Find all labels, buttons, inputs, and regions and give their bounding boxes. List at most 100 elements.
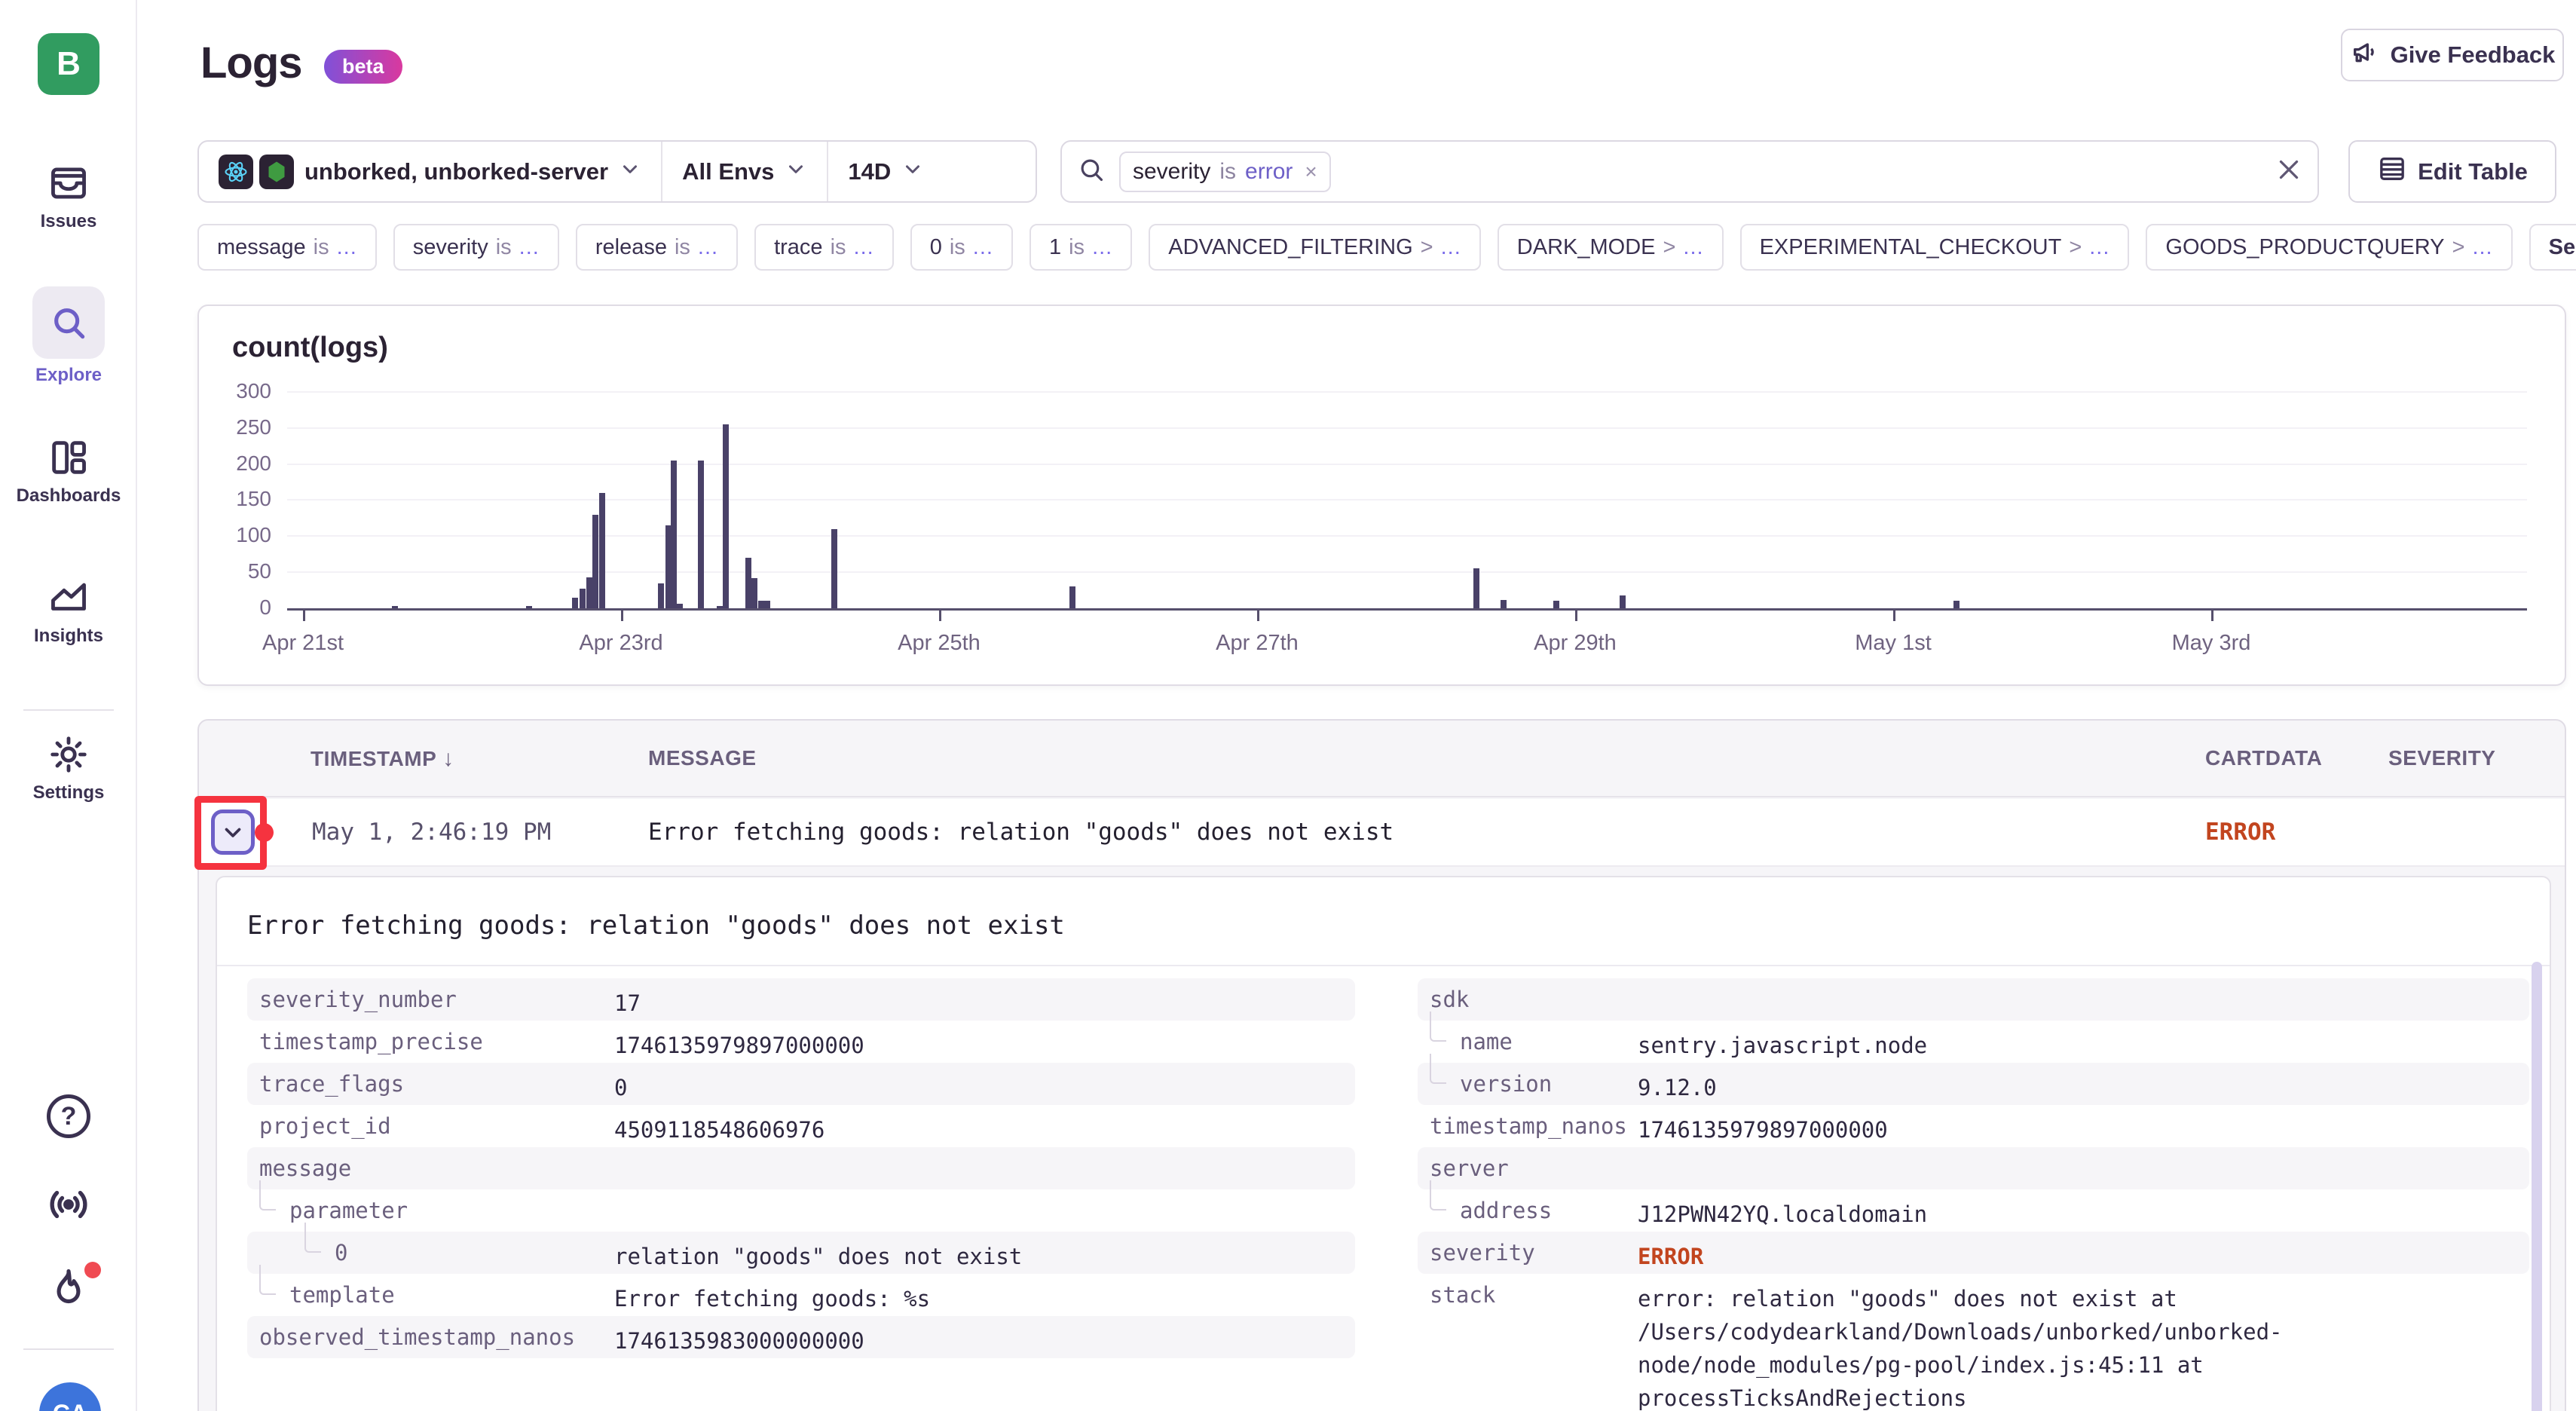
sidebar-item-insights[interactable]: Insights — [0, 576, 137, 647]
filter-chip[interactable]: GOODS_PRODUCTQUERY>... — [2146, 224, 2512, 271]
notification-dot — [84, 1262, 101, 1278]
attribute-key: server — [1430, 1155, 1638, 1181]
date-range-label: 14D — [848, 158, 891, 185]
whats-new-button[interactable] — [0, 1266, 137, 1313]
detail-attributes-right: sdknamesentry.javascript.nodeversion9.12… — [1418, 978, 2529, 1411]
filter-chip[interactable]: messageis... — [197, 224, 377, 271]
token-remove-icon[interactable]: × — [1305, 160, 1317, 184]
megaphone-icon — [2350, 37, 2380, 73]
chip-key: GOODS_PRODUCTQUERY — [2165, 235, 2444, 260]
column-header-message[interactable]: MESSAGE — [648, 746, 757, 770]
column-header-timestamp[interactable]: TIMESTAMP ↓ — [311, 746, 454, 772]
chip-operator: is — [831, 235, 846, 260]
chart-bar — [717, 606, 723, 608]
chart-title: count(logs) — [232, 332, 388, 364]
search-clear-button[interactable] — [2275, 156, 2302, 187]
detail-attribute-row: timestamp_nanos1746135979897000000 — [1418, 1105, 2529, 1147]
table-row[interactable]: May 1, 2:46:19 PM Error fetching goods: … — [199, 799, 2565, 867]
chip-key: release — [595, 235, 667, 260]
x-axis-tick — [1257, 611, 1259, 621]
chart-bar — [758, 601, 764, 608]
chart-bar — [586, 577, 592, 608]
filter-chip[interactable]: releaseis... — [576, 224, 738, 271]
attribute-key: project_id — [259, 1113, 614, 1139]
x-axis-tick — [939, 611, 941, 621]
filter-chip[interactable]: 1is... — [1029, 224, 1132, 271]
search-icon — [32, 286, 105, 359]
project-selector[interactable]: unborked, unborked-server — [199, 142, 661, 201]
filter-chip[interactable]: ADVANCED_FILTERING>... — [1149, 224, 1481, 271]
filter-chip[interactable]: severityis... — [393, 224, 559, 271]
chip-key: ADVANCED_FILTERING — [1168, 235, 1412, 260]
page-filter-bar: unborked, unborked-server All Envs 14D — [197, 140, 1037, 203]
attribute-value: ERROR — [1638, 1240, 1703, 1273]
environment-selector-label: All Envs — [682, 158, 774, 185]
attribute-value: sentry.javascript.node — [1638, 1029, 1927, 1062]
chip-key: EXPERIMENTAL_CHECKOUT — [1760, 235, 2062, 260]
node-platform-icon — [259, 155, 294, 189]
sidebar-item-label: Insights — [34, 626, 103, 647]
chevron-down-icon — [785, 158, 807, 186]
attribute-value: Error fetching goods: %s — [614, 1282, 930, 1315]
gear-icon — [47, 733, 90, 776]
log-detail-panel: Error fetching goods: relation "goods" d… — [216, 876, 2551, 1411]
environment-selector[interactable]: All Envs — [661, 142, 827, 201]
attribute-value: J12PWN42YQ.localdomain — [1638, 1198, 1927, 1231]
filter-chip[interactable]: traceis... — [754, 224, 894, 271]
chart-gridline — [287, 499, 2527, 500]
x-axis-label: Apr 21st — [262, 631, 344, 656]
sidebar-item-dashboards[interactable]: Dashboards — [0, 436, 137, 507]
chip-key: severity — [413, 235, 488, 260]
question-icon: ? — [47, 1094, 90, 1138]
detail-attribute-row: stackerror: relation "goods" does not ex… — [1418, 1274, 2529, 1411]
sidebar-item-settings[interactable]: Settings — [0, 733, 137, 803]
filter-chip[interactable]: EXPERIMENTAL_CHECKOUT>... — [1740, 224, 2130, 271]
attribute-value: error: relation "goods" does not exist a… — [1638, 1282, 2296, 1411]
x-axis-tick — [1893, 611, 1895, 621]
see-full-list-button[interactable]: See full list — [2529, 224, 2576, 271]
attribute-value: 9.12.0 — [1638, 1071, 1717, 1104]
sort-descending-icon: ↓ — [442, 746, 454, 771]
tree-elbow-icon — [304, 1223, 321, 1253]
x-axis-tick — [303, 611, 305, 621]
date-range-selector[interactable]: 14D — [827, 142, 944, 201]
chart-bar — [764, 601, 770, 608]
chip-operator: > — [1663, 235, 1675, 260]
edit-table-button[interactable]: Edit Table — [2348, 140, 2556, 203]
chip-value-ellipsis: ... — [2472, 235, 2492, 260]
react-platform-icon — [219, 155, 253, 189]
filter-chip[interactable]: DARK_MODE>... — [1498, 224, 1724, 271]
chart-bar — [1473, 568, 1479, 608]
attribute-key: template — [289, 1282, 614, 1308]
tree-elbow-icon — [1430, 1054, 1446, 1084]
org-logo[interactable]: B — [38, 33, 99, 95]
attribute-value: 4509118548606976 — [614, 1113, 825, 1146]
search-filter-token[interactable]: severity is error × — [1119, 152, 1331, 192]
attribute-key: stack — [1430, 1282, 1638, 1308]
column-header-severity[interactable]: SEVERITY — [2388, 746, 2495, 770]
help-button[interactable]: ? — [0, 1094, 137, 1138]
detail-attributes-left: severity_number17timestamp_precise174613… — [247, 978, 1355, 1358]
give-feedback-button[interactable]: Give Feedback — [2341, 29, 2564, 81]
chart-bar — [658, 583, 664, 608]
y-axis-label: 0 — [199, 595, 271, 620]
y-axis-label: 150 — [199, 487, 271, 511]
sidebar-item-issues[interactable]: Issues — [0, 161, 137, 232]
token-value: error — [1245, 159, 1293, 185]
sidebar-item-explore[interactable]: Explore — [0, 286, 137, 386]
chart-gridline — [287, 571, 2527, 573]
attribute-value: relation "goods" does not exist — [614, 1240, 1022, 1273]
attribute-key: severity — [1430, 1240, 1638, 1266]
detail-scrollbar[interactable] — [2532, 962, 2542, 1411]
chart-bar — [745, 558, 751, 608]
broadcast-button[interactable] — [0, 1180, 137, 1229]
tree-elbow-icon — [259, 1265, 276, 1295]
chart-bar — [1953, 601, 1960, 608]
sidebar-item-label: Dashboards — [17, 485, 121, 507]
user-avatar[interactable]: CA — [39, 1382, 101, 1411]
filter-chip[interactable]: 0is... — [910, 224, 1013, 271]
row-timestamp: May 1, 2:46:19 PM — [312, 819, 551, 846]
column-header-cartdata[interactable]: CARTDATA — [2205, 746, 2322, 770]
search-input[interactable]: severity is error × — [1060, 140, 2319, 203]
attribute-key: trace_flags — [259, 1071, 614, 1097]
